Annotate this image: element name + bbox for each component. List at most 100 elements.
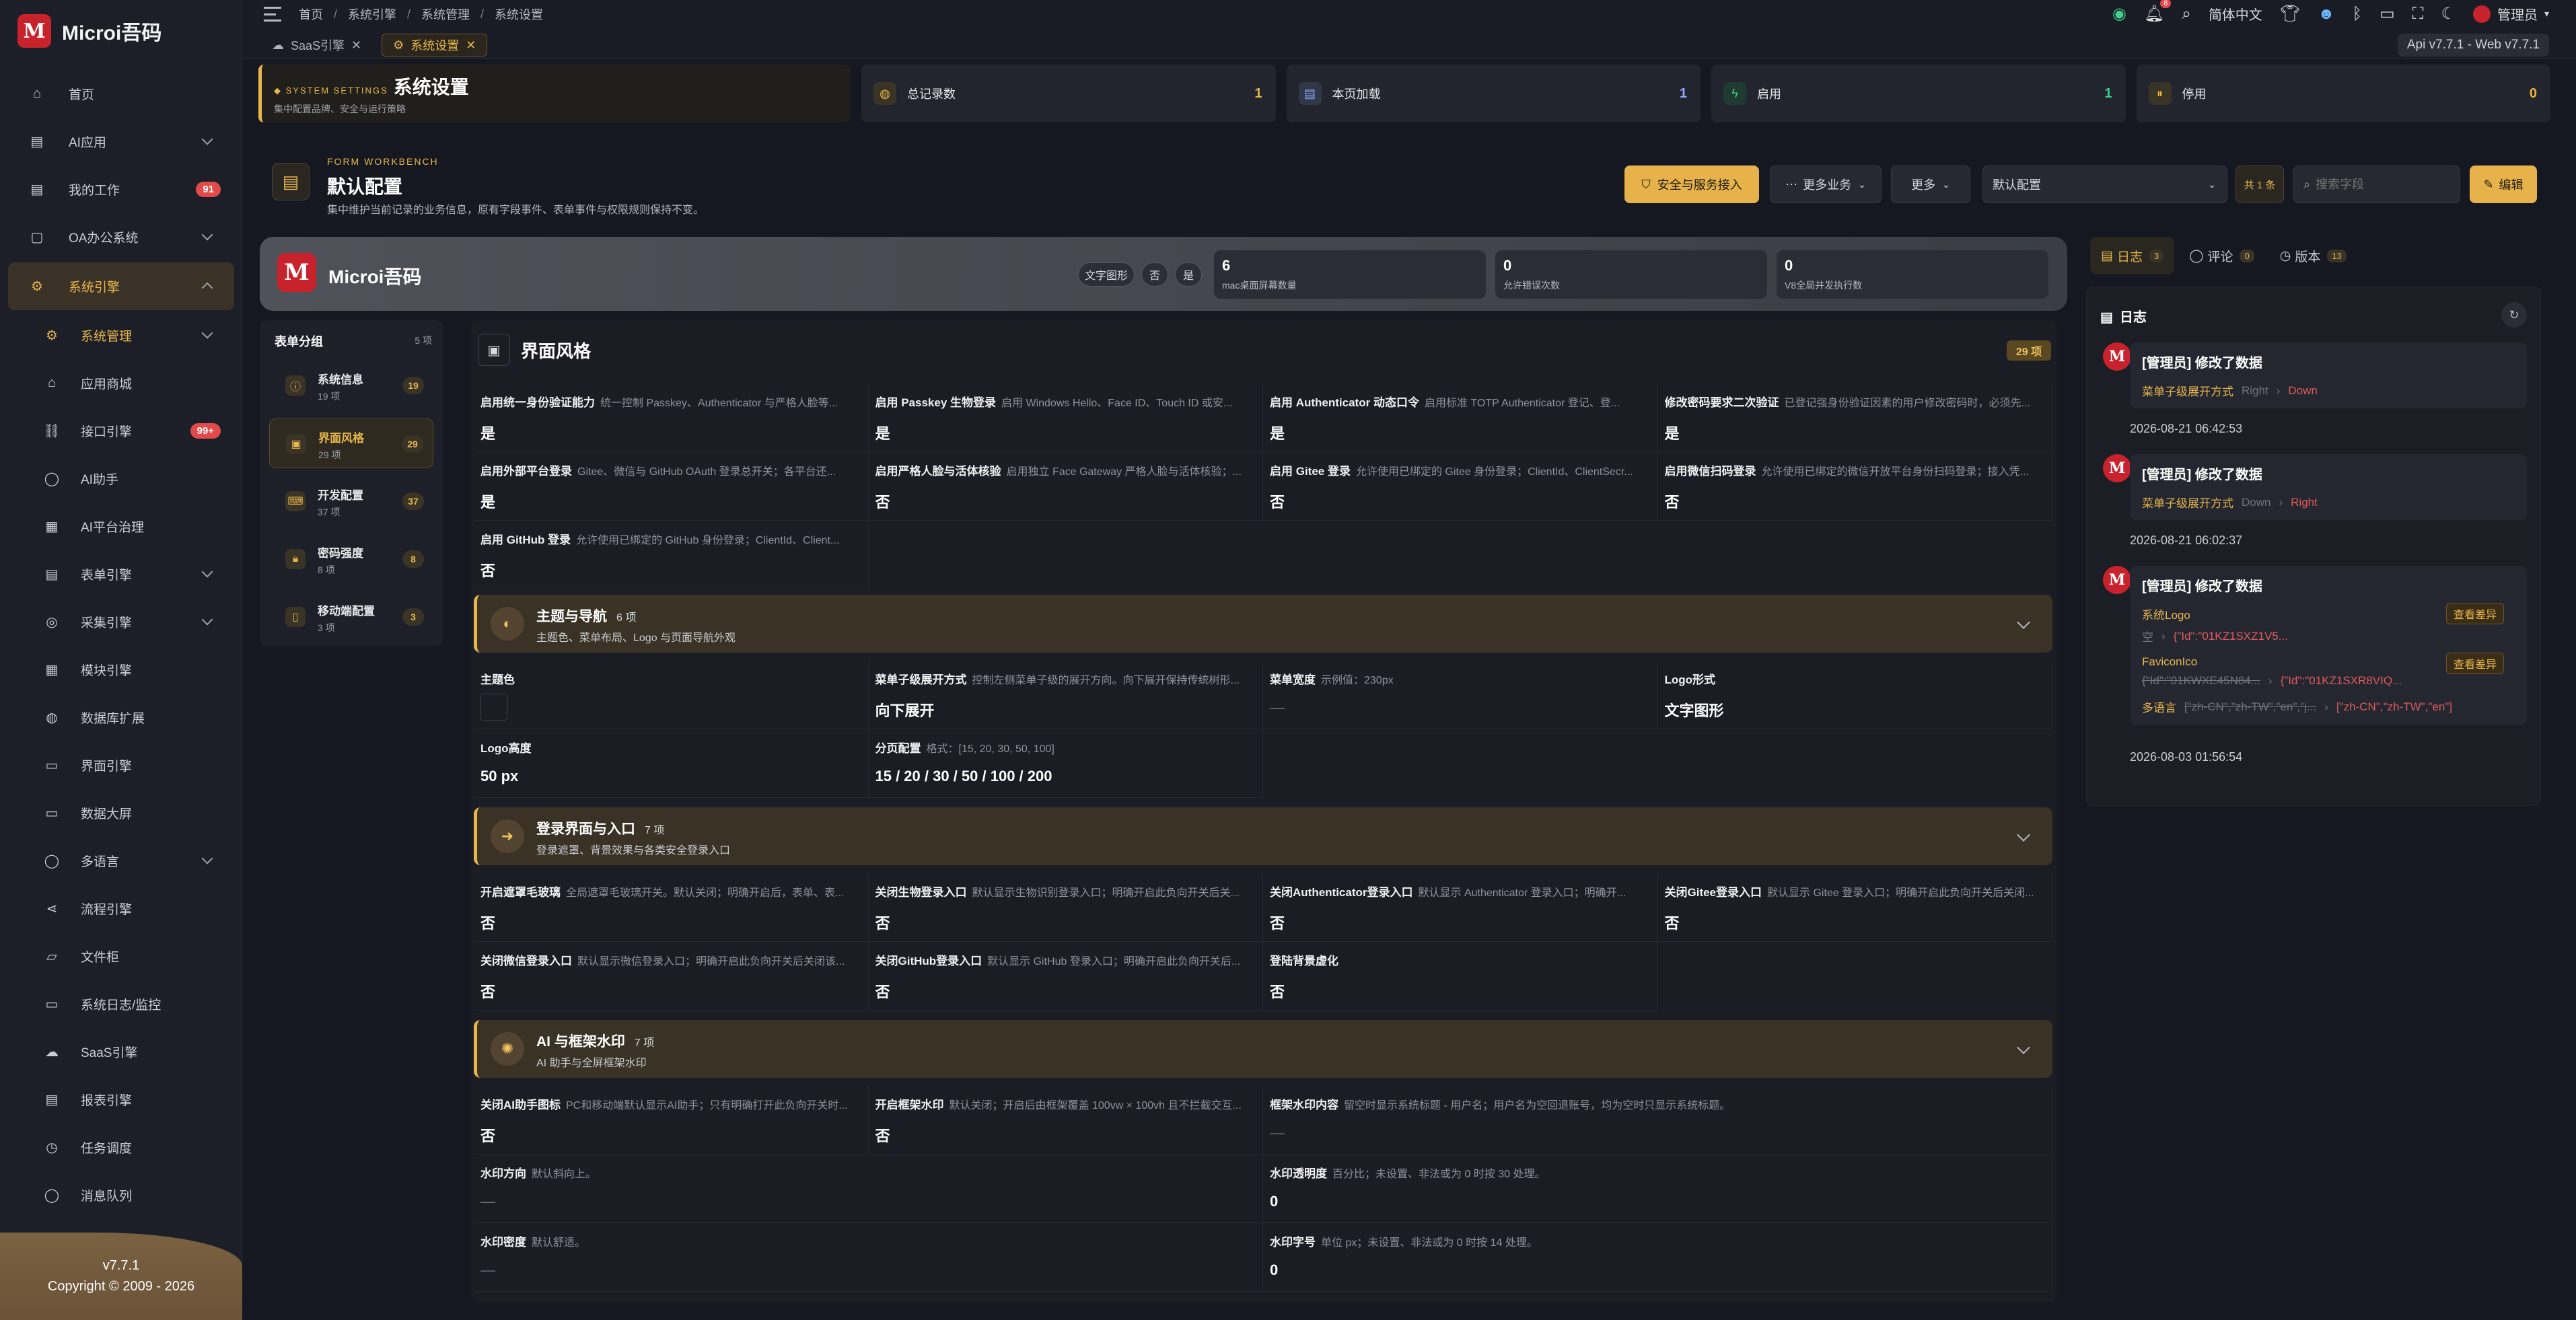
sidebar-item[interactable]: ▦ AI平台治理 <box>8 503 234 550</box>
breadcrumb-item[interactable]: 系统引擎 <box>348 5 396 23</box>
chevron-down-icon[interactable] <box>2017 828 2030 842</box>
section-header[interactable]: ◐ 主题与导航 6 项主题色、菜单布局、Logo 与页面导航外观 <box>474 595 2052 653</box>
tab-saas[interactable]: ☁ SaaS引擎 ✕ <box>261 34 372 57</box>
headset-icon[interactable]: ◉ <box>2112 4 2126 24</box>
tab-settings[interactable]: ⚙ 系统设置 ✕ <box>382 34 488 57</box>
refresh-icon[interactable]: ↻ <box>2501 302 2527 328</box>
group-item[interactable]: 🔒︎ 密码强度 8 项8 <box>269 534 433 584</box>
activity-tab[interactable]: ◯ 评论 0 <box>2178 237 2265 274</box>
chevron-down-icon[interactable] <box>2017 616 2030 629</box>
sidebar-item[interactable]: ▢ OA办公系统 <box>8 213 234 261</box>
form-field[interactable]: Logo高度 50 px <box>474 729 869 798</box>
form-field[interactable]: 分页配置 格式：[15, 20, 30, 50, 100] 15 / 20 / 30… <box>868 729 1263 798</box>
form-field[interactable]: 水印密度 默认舒适。 — <box>474 1223 1263 1292</box>
sidebar-item[interactable]: ⚙ 系统引擎 <box>8 262 234 310</box>
sidebar-item[interactable]: ⌂ 应用商城 <box>8 359 234 407</box>
form-field[interactable]: 水印字号 单位 px；未设置、非法或为 0 时按 14 处理。 0 <box>1263 1223 2052 1292</box>
view-diff-button[interactable]: 查看差异 <box>2445 653 2504 674</box>
form-field[interactable]: 框架水印内容 留空时显示系统标题 - 用户名；用户名为空回退账号，均为空时只显示系… <box>1263 1086 2052 1154</box>
breadcrumb-item[interactable]: 系统管理 <box>421 5 470 23</box>
activity-tab[interactable]: ◷ 版本 13 <box>2269 237 2357 274</box>
group-item[interactable]: ⌨ 开发配置 37 项 37 <box>269 476 433 526</box>
group-item[interactable]: ▯ 移动端配置 3 项3 <box>269 592 433 642</box>
sidebar-item[interactable]: ▭ 界面引擎 <box>8 741 234 789</box>
section-header[interactable]: ➜ 登录界面与入口 7 项登录遮罩、背景效果与各类安全登录入口 <box>474 807 2052 865</box>
form-field[interactable]: 菜单子级展开方式 控制左侧菜单子级的展开方向。向下展开保持传统树形... 向下展开 <box>868 661 1263 729</box>
shirt-icon[interactable]: 👕︎ <box>2280 4 2300 24</box>
form-field[interactable]: 启用 Gitee 登录 允许使用已绑定的 Gitee 身份登录；ClientId、… <box>1263 452 1658 521</box>
form-field[interactable]: 启用 Authenticator 动态口令 启用标准 TOTP Authentic… <box>1263 383 1658 452</box>
app-logo[interactable]: M Microi吾码 <box>17 13 162 48</box>
more-button[interactable]: 更多 ⌄ <box>1891 166 1970 203</box>
sidebar-item[interactable]: ⚙ 系统管理 <box>8 311 234 359</box>
form-field[interactable]: 启用微信扫码登录 允许使用已绑定的微信开放平台身份扫码登录；接入凭... 否 <box>1657 452 2052 521</box>
search-input[interactable] <box>2316 177 2444 192</box>
sidebar-item[interactable]: ▤ 我的工作 91 <box>8 166 234 213</box>
tab-label: 系统设置 <box>410 39 460 52</box>
form-field[interactable]: 登陆背景虚化否 <box>1263 942 1658 1011</box>
sidebar-item[interactable]: ⛓ 接口引擎 99+ <box>8 407 234 455</box>
search-field[interactable]: ⌕ <box>2293 166 2460 203</box>
sidebar-item[interactable]: ◍ 数据库扩展 <box>8 694 234 741</box>
group-item[interactable]: ⓘ 系统信息 19 项 19 <box>269 361 433 410</box>
sidebar-item[interactable]: ▭ 数据大屏 <box>8 789 234 837</box>
form-field[interactable]: 关闭Gitee登录入口 默认显示 Gitee 登录入口；明确开启此负向开关后关闭.… <box>1657 873 2052 942</box>
form-field[interactable]: 开启遮罩毛玻璃 全局遮罩毛玻璃开关。默认关闭；明确开启后，表单、表... 否 <box>474 873 869 942</box>
moon-icon[interactable]: ☾ <box>2441 4 2456 24</box>
form-field[interactable]: 水印方向 默认斜向上。 — <box>474 1154 1263 1223</box>
bluetooth-icon[interactable]: ᛒ <box>2353 5 2362 24</box>
form-field[interactable]: 关闭微信登录入口 默认显示微信登录入口；明确开启此负向开关后关闭该... 否 <box>474 942 869 1011</box>
sidebar-item[interactable]: ☁ SaaS引擎 <box>8 1028 234 1076</box>
security-button[interactable]: ⛉ 安全与服务接入 <box>1624 166 1759 203</box>
form-field[interactable]: 关闭生物登录入口 默认显示生物识别登录入口；明确开启此负向开关后关... 否 <box>868 873 1263 942</box>
form-field[interactable]: 启用外部平台登录 Gitee、微信与 GitHub OAuth 登录总开关；各平台… <box>474 452 869 521</box>
breadcrumb-item[interactable]: 首页 <box>299 5 323 23</box>
robot-icon[interactable]: ☻ <box>2318 5 2334 24</box>
sidebar-item[interactable]: ◷ 任务调度 <box>8 1124 234 1171</box>
form-field[interactable]: 菜单宽度 示例值：230px — <box>1263 661 1658 729</box>
form-field[interactable]: 关闭Authenticator登录入口 默认显示 Authenticator 登录… <box>1263 873 1658 942</box>
user-menu[interactable]: 管理员 ▾ <box>2472 4 2549 24</box>
avatar: M <box>2103 566 2131 594</box>
form-field[interactable]: 启用严格人脸与活体核验 启用独立 Face Gateway 严格人脸与活体核验；.… <box>868 452 1263 521</box>
form-field[interactable]: 水印透明度 百分比；未设置、非法或为 0 时按 30 处理。 0 <box>1263 1154 2052 1223</box>
sidebar-item[interactable]: ⌂ 首页 <box>8 70 234 118</box>
more-business-button[interactable]: ⋯ 更多业务 ⌄ <box>1770 166 1882 203</box>
record-select[interactable]: 默认配置 ⌄ <box>1982 166 2227 203</box>
form-field[interactable]: Logo形式 文字图形 <box>1657 661 2052 729</box>
bell-icon[interactable]: 🔔︎ 8 <box>2144 0 2172 24</box>
edit-button[interactable]: ✎ 编辑 <box>2470 166 2537 203</box>
form-field[interactable]: 关闭AI助手图标 PC和移动端默认显示AI助手；只有明确打开此负向开关时... 否 <box>474 1086 869 1154</box>
color-swatch[interactable] <box>480 694 507 721</box>
sidebar-item[interactable]: ▱ 文件柜 <box>8 932 234 980</box>
form-field[interactable]: 主题色 <box>474 661 869 729</box>
close-icon[interactable]: ✕ <box>351 38 361 52</box>
form-field[interactable]: 修改密码要求二次验证 已登记强身份验证因素的用户修改密码时，必须先... 是 <box>1657 383 2052 452</box>
form-field[interactable]: 关闭GitHub登录入口 默认显示 GitHub 登录入口；明确开启此负向开关后.… <box>868 942 1263 1011</box>
language-switch[interactable]: 简体中文 <box>2209 4 2262 24</box>
sidebar-item[interactable]: ▤ AI应用 <box>8 118 234 166</box>
chevron-down-icon[interactable] <box>2017 1041 2030 1054</box>
form-field[interactable]: 开启框架水印 默认关闭；开启后由框架覆盖 100vw × 100vh 且不拦截交互… <box>868 1086 1263 1154</box>
menu-toggle-icon[interactable] <box>264 7 281 22</box>
form-field[interactable]: 启用统一身份验证能力 统一控制 Passkey、Authenticator 与严格… <box>474 383 869 452</box>
search-icon[interactable]: ⌕ <box>2182 5 2190 24</box>
sidebar-item[interactable]: ▦ 模块引擎 <box>8 646 234 694</box>
view-diff-button[interactable]: 查看差异 <box>2445 603 2504 624</box>
group-item[interactable]: ▣ 界面风格 29 项 29 <box>269 418 433 468</box>
sidebar-item[interactable]: ◎ 采集引擎 <box>8 598 234 646</box>
sidebar-item[interactable]: ⋖ 流程引擎 <box>8 885 234 932</box>
sidebar-item[interactable]: ◯ 消息队列 <box>8 1171 234 1219</box>
sidebar-item[interactable]: ◯ AI助手 <box>8 455 234 503</box>
close-icon[interactable]: ✕ <box>466 38 476 52</box>
sidebar-item[interactable]: ▤ 表单引擎 <box>8 550 234 598</box>
sidebar-item[interactable]: ▭ 系统日志/监控 <box>8 980 234 1028</box>
form-field[interactable]: 启用 GitHub 登录 允许使用已绑定的 GitHub 身份登录；ClientI… <box>474 521 869 589</box>
sidebar-item[interactable]: ▤ 报表引擎 <box>8 1076 234 1124</box>
form-field[interactable]: 启用 Passkey 生物登录 启用 Windows Hello、Face ID、… <box>868 383 1263 452</box>
activity-tab[interactable]: ▤ 日志 3 <box>2090 237 2175 274</box>
monitor-icon[interactable]: ▭ <box>2380 4 2395 24</box>
section-header[interactable]: ✺ AI 与框架水印 7 项 AI 助手与全屏框架水印 <box>474 1020 2052 1078</box>
sidebar-item[interactable]: ◯ 多语言 <box>8 837 234 885</box>
fullscreen-icon[interactable]: ⛶ <box>2412 5 2424 24</box>
